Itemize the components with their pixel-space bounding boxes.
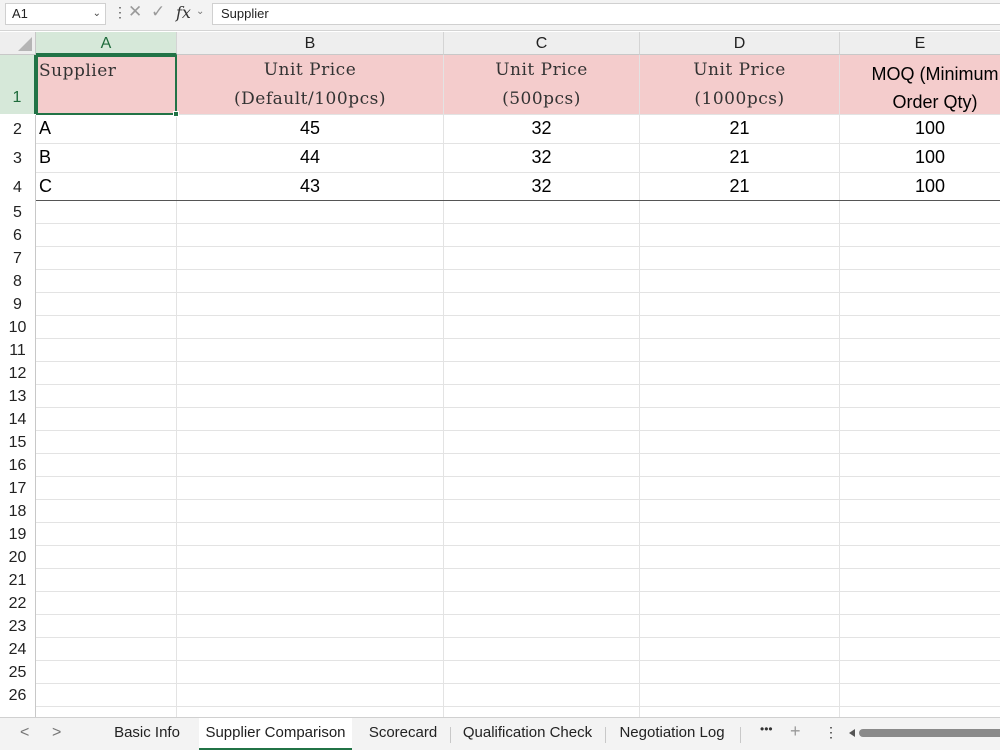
chevron-down-icon[interactable]: ⌄ xyxy=(93,4,101,24)
cell-price-500[interactable]: 32 xyxy=(444,172,639,201)
cell-price-1000[interactable]: 21 xyxy=(640,114,839,143)
cell-price-100[interactable]: 44 xyxy=(177,143,443,172)
fill-handle[interactable] xyxy=(173,111,179,117)
more-sheets-icon[interactable]: ••• xyxy=(760,722,773,736)
horizontal-scrollbar[interactable] xyxy=(845,728,1000,738)
cell-price-1000[interactable]: 21 xyxy=(640,172,839,201)
add-sheet-icon[interactable]: + xyxy=(790,721,801,742)
more-options-icon[interactable]: ⋮ xyxy=(113,4,127,21)
header-unit-price-default[interactable]: Unit Price (Default/100pcs) xyxy=(177,56,443,114)
header-unit-price-500-line1: Unit Price xyxy=(495,60,588,80)
column-header-b[interactable]: B xyxy=(177,32,444,55)
row-header-5[interactable]: 5 xyxy=(0,201,36,224)
prev-sheet-icon[interactable]: < xyxy=(20,724,29,742)
select-all-corner[interactable] xyxy=(0,32,36,55)
cell-supplier[interactable]: C xyxy=(39,172,52,201)
tab-basic-info[interactable]: Basic Info xyxy=(103,718,191,750)
confirm-icon[interactable]: ✓ xyxy=(151,2,165,22)
header-unit-price-1000[interactable]: Unit Price (1000pcs) xyxy=(640,56,839,114)
cell-moq[interactable]: 100 xyxy=(840,172,1000,201)
header-unit-price-500-line2: (500pcs) xyxy=(502,89,581,109)
row-header-15[interactable]: 15 xyxy=(0,431,36,454)
row-header-22[interactable]: 22 xyxy=(0,592,36,615)
cell-price-500[interactable]: 32 xyxy=(444,143,639,172)
sheet-menu-icon[interactable]: ⋮ xyxy=(824,724,838,741)
row-header-1[interactable]: 1 xyxy=(0,55,36,114)
tab-negotiation-log[interactable]: Negotiation Log xyxy=(611,718,733,750)
row-header-25[interactable]: 25 xyxy=(0,661,36,684)
row-header-3[interactable]: 3 xyxy=(0,144,36,173)
column-header-c[interactable]: C xyxy=(444,32,640,55)
row-header-7[interactable]: 7 xyxy=(0,247,36,270)
row-header-19[interactable]: 19 xyxy=(0,523,36,546)
column-header-e[interactable]: E xyxy=(840,32,1000,55)
row-header-6[interactable]: 6 xyxy=(0,224,36,247)
row-header-9[interactable]: 9 xyxy=(0,293,36,316)
formula-bar: A1 ⌄ ⋮ ✕ ✓ fx ⌄ Supplier xyxy=(0,0,1000,31)
header-moq-line1: MOQ (Minimum xyxy=(871,64,999,84)
header-unit-price-500[interactable]: Unit Price (500pcs) xyxy=(444,56,639,114)
row-header-24[interactable]: 24 xyxy=(0,638,36,661)
row-header-8[interactable]: 8 xyxy=(0,270,36,293)
row-header-13[interactable]: 13 xyxy=(0,385,36,408)
spreadsheet-grid[interactable]: Supplier Unit Price (Default/100pcs) Uni… xyxy=(36,55,1000,717)
formula-input[interactable]: Supplier xyxy=(212,3,1000,25)
insert-function-button[interactable]: fx xyxy=(176,3,191,22)
header-unit-price-1000-line1: Unit Price xyxy=(693,60,786,80)
tab-scorecard[interactable]: Scorecard xyxy=(358,718,448,750)
row-header-27[interactable] xyxy=(0,707,36,717)
row-header-17[interactable]: 17 xyxy=(0,477,36,500)
next-sheet-icon[interactable]: > xyxy=(52,724,61,742)
row-header-20[interactable]: 20 xyxy=(0,546,36,569)
cell-supplier[interactable]: A xyxy=(39,114,51,143)
column-header-a[interactable]: A xyxy=(36,32,177,55)
row-header-23[interactable]: 23 xyxy=(0,615,36,638)
tab-qualification-check[interactable]: Qualification Check xyxy=(456,718,599,750)
header-moq[interactable]: MOQ (Minimum Order Qty) xyxy=(840,60,1000,116)
scroll-left-icon[interactable] xyxy=(847,728,857,738)
cell-price-100[interactable]: 45 xyxy=(177,114,443,143)
header-moq-line2: Order Qty) xyxy=(892,92,978,112)
row-header-10[interactable]: 10 xyxy=(0,316,36,339)
cell-price-500[interactable]: 32 xyxy=(444,114,639,143)
header-unit-price-default-line1: Unit Price xyxy=(263,60,357,80)
cell-price-1000[interactable]: 21 xyxy=(640,143,839,172)
chevron-down-icon[interactable]: ⌄ xyxy=(196,6,204,17)
cell-reference: A1 xyxy=(12,6,28,21)
cell-supplier[interactable]: B xyxy=(39,143,51,172)
row-header-11[interactable]: 11 xyxy=(0,339,36,362)
row-header-14[interactable]: 14 xyxy=(0,408,36,431)
row-header-12[interactable]: 12 xyxy=(0,362,36,385)
cell-moq[interactable]: 100 xyxy=(840,114,1000,143)
cell-moq[interactable]: 100 xyxy=(840,143,1000,172)
row-header-26[interactable]: 26 xyxy=(0,684,36,707)
cell-price-100[interactable]: 43 xyxy=(177,172,443,201)
row-header-18[interactable]: 18 xyxy=(0,500,36,523)
row-header-16[interactable]: 16 xyxy=(0,454,36,477)
row-header-4[interactable]: 4 xyxy=(0,173,36,202)
header-unit-price-default-line2: (Default/100pcs) xyxy=(234,89,386,109)
cancel-icon[interactable]: ✕ xyxy=(128,2,142,22)
header-unit-price-1000-line2: (1000pcs) xyxy=(694,89,785,109)
active-cell-selection xyxy=(36,55,177,115)
sheet-tab-bar: < > Basic Info Supplier Comparison Score… xyxy=(0,717,1000,750)
column-header-d[interactable]: D xyxy=(640,32,840,55)
name-box[interactable]: A1 ⌄ xyxy=(5,3,106,25)
row-header-2[interactable]: 2 xyxy=(0,115,36,144)
tab-supplier-comparison[interactable]: Supplier Comparison xyxy=(199,718,352,750)
row-header-21[interactable]: 21 xyxy=(0,569,36,592)
scrollbar-thumb[interactable] xyxy=(859,729,1000,737)
